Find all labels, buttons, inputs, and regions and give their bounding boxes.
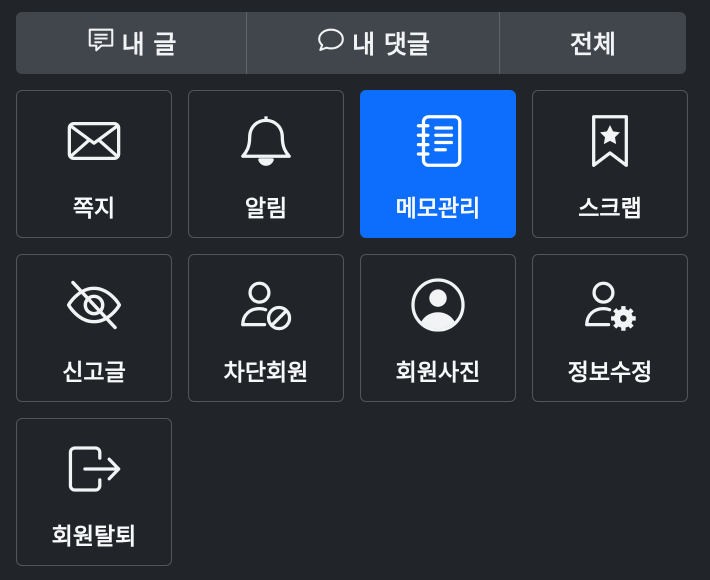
bell-icon [236,111,296,171]
tile-reported-posts[interactable]: 신고글 [16,254,172,402]
menu-grid: 쪽지 알림 메모관리 스크랩 신고글 차단회원 회원사진 정보수정 회원탈퇴 [16,90,688,566]
tile-edit-info[interactable]: 정보수정 [532,254,688,402]
tile-messages-label: 쪽지 [72,196,116,222]
bookmark-star-icon [580,111,640,171]
tile-memo-manage[interactable]: 메모관리 [360,90,516,238]
person-slash-icon [236,275,296,335]
tile-reported-posts-label: 신고글 [62,360,126,386]
tile-member-photo[interactable]: 회원사진 [360,254,516,402]
tab-my-posts[interactable]: 내 글 [16,12,246,74]
tile-notifications[interactable]: 알림 [188,90,344,238]
member-menu-panel: 내 글 내 댓글 전체 쪽지 알림 메모관리 스크랩 신고글 차단회원 회원사진… [0,0,710,580]
comment-icon [316,25,346,61]
tile-scrap-label: 스크랩 [578,196,642,222]
envelope-icon [64,111,124,171]
tile-scrap[interactable]: 스크랩 [532,90,688,238]
tab-my-comments-label: 내 댓글 [352,30,430,59]
tile-notifications-label: 알림 [244,196,288,222]
filter-tabs: 내 글 내 댓글 전체 [16,12,686,74]
tile-blocked-members[interactable]: 차단회원 [188,254,344,402]
eye-slash-icon [64,275,124,335]
tile-messages[interactable]: 쪽지 [16,90,172,238]
notebook-icon [408,111,468,171]
tab-my-posts-label: 내 글 [121,30,177,59]
person-gear-icon [580,275,640,335]
tab-all-label: 전체 [569,30,616,59]
tile-blocked-members-label: 차단회원 [223,360,309,386]
post-icon [86,25,116,61]
tab-all[interactable]: 전체 [499,12,686,74]
tile-memo-manage-label: 메모관리 [395,196,481,222]
tile-withdraw[interactable]: 회원탈퇴 [16,418,172,566]
tile-member-photo-label: 회원사진 [395,360,481,386]
tile-withdraw-label: 회원탈퇴 [51,524,137,550]
tile-edit-info-label: 정보수정 [567,360,653,386]
box-arrow-right-icon [64,439,124,499]
tab-my-comments[interactable]: 내 댓글 [246,12,499,74]
person-circle-icon [408,275,468,335]
